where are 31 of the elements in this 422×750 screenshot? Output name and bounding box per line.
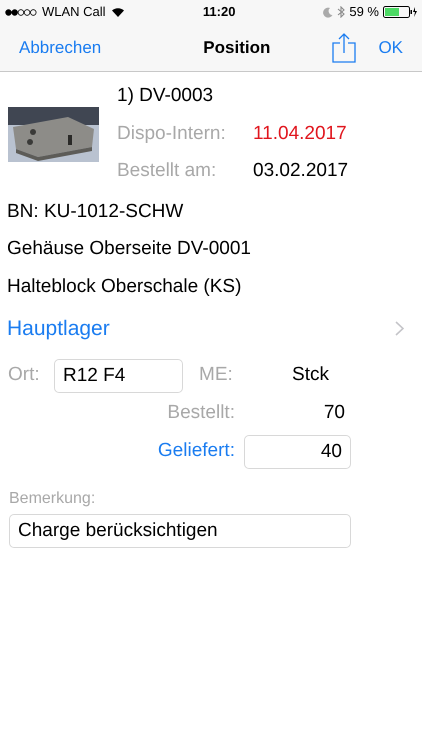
remark-label: Bemerkung:: [9, 488, 96, 508]
warehouse-link[interactable]: Hauptlager: [7, 313, 110, 344]
unit-value: Stck: [291, 363, 329, 388]
share-icon[interactable]: [332, 32, 356, 62]
battery-icon: [383, 6, 417, 18]
ok-button[interactable]: OK: [378, 34, 403, 60]
location-label: Ort:: [8, 363, 41, 388]
ordered-date-label: Bestellt am:: [117, 159, 218, 183]
ordered-quantity: 70: [322, 401, 345, 426]
location-field[interactable]: R12 F4: [54, 358, 183, 392]
remark-field[interactable]: Charge berücksichtigen: [9, 514, 351, 548]
wifi-icon: [110, 6, 125, 18]
bluetooth-icon: [337, 6, 346, 18]
nav-title: Position: [202, 36, 272, 59]
cancel-button[interactable]: Abbrechen: [19, 34, 102, 60]
moon-icon: [323, 6, 334, 18]
carrier-text: WLAN Call: [42, 3, 106, 22]
ordered-label: Bestellt:: [166, 401, 235, 426]
battery-percent: 59 %: [349, 3, 379, 22]
delivered-field[interactable]: 40: [244, 434, 351, 468]
delivered-label[interactable]: Geliefert:: [0, 437, 235, 466]
unit-label: ME:: [199, 363, 234, 388]
item-detail-text: Gehäuse Oberseite DV-0001: [7, 237, 252, 261]
signal-icon: [5, 8, 37, 16]
item-title: 1) DV-0003: [117, 84, 214, 108]
item-detail-text: BN: KU-1012-SCHW: [7, 200, 184, 224]
ordered-date: 03.02.2017: [253, 159, 348, 183]
item-detail-text: Halteblock Oberschale (KS): [7, 274, 242, 298]
dispo-date: 11.04.2017: [253, 122, 347, 146]
status-time: 11:20: [202, 3, 236, 22]
dispo-label: Dispo-Intern:: [117, 122, 227, 146]
